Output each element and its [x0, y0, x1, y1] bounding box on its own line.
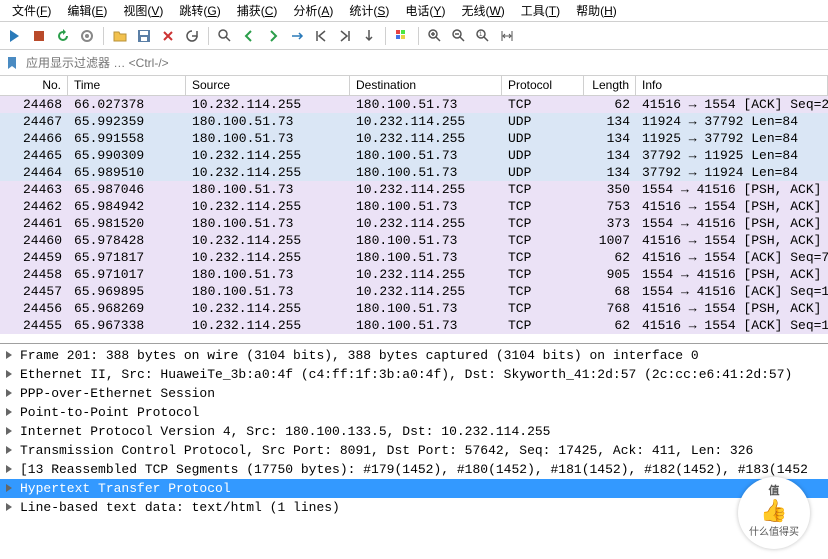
detail-tree-item[interactable]: Ethernet II, Src: HuaweiTe_3b:a0:4f (c4:… [0, 365, 828, 384]
expand-icon[interactable] [4, 369, 16, 381]
menu-g[interactable]: 跳转(G) [171, 0, 228, 21]
detail-text: Transmission Control Protocol, Src Port:… [20, 441, 753, 460]
packet-row[interactable]: 2445765.969895180.100.51.7310.232.114.25… [0, 283, 828, 300]
col-header-protocol[interactable]: Protocol [502, 76, 584, 95]
detail-text: [13 Reassembled TCP Segments (17750 byte… [20, 460, 808, 479]
packet-row[interactable]: 2446866.02737810.232.114.255180.100.51.7… [0, 96, 828, 113]
menu-s[interactable]: 统计(S) [341, 0, 397, 21]
save-file-icon[interactable] [133, 25, 155, 47]
menu-a[interactable]: 分析(A) [285, 0, 341, 21]
display-filter-bar [0, 50, 828, 76]
expand-icon[interactable] [4, 388, 16, 400]
menu-h[interactable]: 帮助(H) [568, 0, 625, 21]
zoom-reset-icon[interactable]: 1 [472, 25, 494, 47]
detail-text: Internet Protocol Version 4, Src: 180.10… [20, 422, 551, 441]
packet-row[interactable]: 2446465.98951010.232.114.255180.100.51.7… [0, 164, 828, 181]
packet-list-header[interactable]: No. Time Source Destination Protocol Len… [0, 76, 828, 96]
detail-text: Ethernet II, Src: HuaweiTe_3b:a0:4f (c4:… [20, 365, 792, 384]
menu-t[interactable]: 工具(T) [513, 0, 568, 21]
detail-tree-item[interactable]: Hypertext Transfer Protocol [0, 479, 828, 498]
separator [418, 27, 419, 45]
packet-details-pane[interactable]: Frame 201: 388 bytes on wire (3104 bits)… [0, 344, 828, 559]
open-file-icon[interactable] [109, 25, 131, 47]
find-packet-icon[interactable] [214, 25, 236, 47]
close-file-icon[interactable] [157, 25, 179, 47]
resize-columns-icon[interactable] [496, 25, 518, 47]
detail-text: Line-based text data: text/html (1 lines… [20, 498, 340, 517]
detail-text: Frame 201: 388 bytes on wire (3104 bits)… [20, 346, 699, 365]
zoom-in-icon[interactable] [424, 25, 446, 47]
stop-capture-icon[interactable] [28, 25, 50, 47]
col-header-no[interactable]: No. [0, 76, 68, 95]
display-filter-input[interactable] [24, 54, 824, 72]
expand-icon[interactable] [4, 350, 16, 362]
reload-file-icon[interactable] [181, 25, 203, 47]
go-forward-icon[interactable] [262, 25, 284, 47]
detail-tree-item[interactable]: Line-based text data: text/html (1 lines… [0, 498, 828, 517]
col-header-time[interactable]: Time [68, 76, 186, 95]
menu-bar: 文件(F)编辑(E)视图(V)跳转(G)捕获(C)分析(A)统计(S)电话(Y)… [0, 0, 828, 22]
menu-c[interactable]: 捕获(C) [229, 0, 286, 21]
watermark-badge: 值 👍 什么值得买 [738, 477, 810, 549]
col-header-dest[interactable]: Destination [350, 76, 502, 95]
bookmark-filter-icon[interactable] [4, 55, 20, 71]
menu-v[interactable]: 视图(V) [115, 0, 171, 21]
menu-y[interactable]: 电话(Y) [397, 0, 453, 21]
menu-e[interactable]: 编辑(E) [59, 0, 115, 21]
expand-icon[interactable] [4, 502, 16, 514]
watermark-text: 什么值得买 [749, 524, 799, 543]
packet-row[interactable]: 2446265.98494210.232.114.255180.100.51.7… [0, 198, 828, 215]
detail-tree-item[interactable]: Internet Protocol Version 4, Src: 180.10… [0, 422, 828, 441]
expand-icon[interactable] [4, 426, 16, 438]
packet-row[interactable]: 2445665.96826910.232.114.255180.100.51.7… [0, 300, 828, 317]
auto-scroll-icon[interactable] [358, 25, 380, 47]
start-capture-icon[interactable] [4, 25, 26, 47]
go-back-icon[interactable] [238, 25, 260, 47]
detail-tree-item[interactable]: Transmission Control Protocol, Src Port:… [0, 441, 828, 460]
detail-tree-item[interactable]: PPP-over-Ethernet Session [0, 384, 828, 403]
packet-row[interactable]: 2446765.992359180.100.51.7310.232.114.25… [0, 113, 828, 130]
packet-list-pane: No. Time Source Destination Protocol Len… [0, 76, 828, 344]
expand-icon[interactable] [4, 407, 16, 419]
packet-row[interactable]: 2446665.991558180.100.51.7310.232.114.25… [0, 130, 828, 147]
col-header-info[interactable]: Info [636, 76, 828, 95]
separator [208, 27, 209, 45]
detail-tree-item[interactable]: Frame 201: 388 bytes on wire (3104 bits)… [0, 346, 828, 365]
thumbs-up-icon: 👍 [760, 502, 787, 524]
packet-row[interactable]: 2446565.99030910.232.114.255180.100.51.7… [0, 147, 828, 164]
go-to-packet-icon[interactable] [286, 25, 308, 47]
detail-text: Hypertext Transfer Protocol [20, 479, 231, 498]
packet-row[interactable]: 2445865.971017180.100.51.7310.232.114.25… [0, 266, 828, 283]
expand-icon[interactable] [4, 445, 16, 457]
capture-options-icon[interactable] [76, 25, 98, 47]
detail-text: Point-to-Point Protocol [20, 403, 199, 422]
detail-tree-item[interactable]: [13 Reassembled TCP Segments (17750 byte… [0, 460, 828, 479]
separator [103, 27, 104, 45]
expand-icon[interactable] [4, 483, 16, 495]
packet-row[interactable]: 2446065.97842810.232.114.255180.100.51.7… [0, 232, 828, 249]
colorize-icon[interactable] [391, 25, 413, 47]
zoom-out-icon[interactable] [448, 25, 470, 47]
go-first-icon[interactable] [310, 25, 332, 47]
packet-row[interactable]: 2446365.987046180.100.51.7310.232.114.25… [0, 181, 828, 198]
detail-tree-item[interactable]: Point-to-Point Protocol [0, 403, 828, 422]
separator [385, 27, 386, 45]
main-toolbar: 1 [0, 22, 828, 50]
detail-text: PPP-over-Ethernet Session [20, 384, 215, 403]
go-last-icon[interactable] [334, 25, 356, 47]
packet-row[interactable]: 2446165.981520180.100.51.7310.232.114.25… [0, 215, 828, 232]
col-header-length[interactable]: Length [584, 76, 636, 95]
menu-f[interactable]: 文件(F) [4, 0, 59, 21]
packet-row[interactable]: 2445965.97181710.232.114.255180.100.51.7… [0, 249, 828, 266]
restart-capture-icon[interactable] [52, 25, 74, 47]
packet-row[interactable]: 2445565.96733810.232.114.255180.100.51.7… [0, 317, 828, 334]
menu-w[interactable]: 无线(W) [453, 0, 512, 21]
expand-icon[interactable] [4, 464, 16, 476]
col-header-source[interactable]: Source [186, 76, 350, 95]
packet-list-body[interactable]: 2446866.02737810.232.114.255180.100.51.7… [0, 96, 828, 334]
